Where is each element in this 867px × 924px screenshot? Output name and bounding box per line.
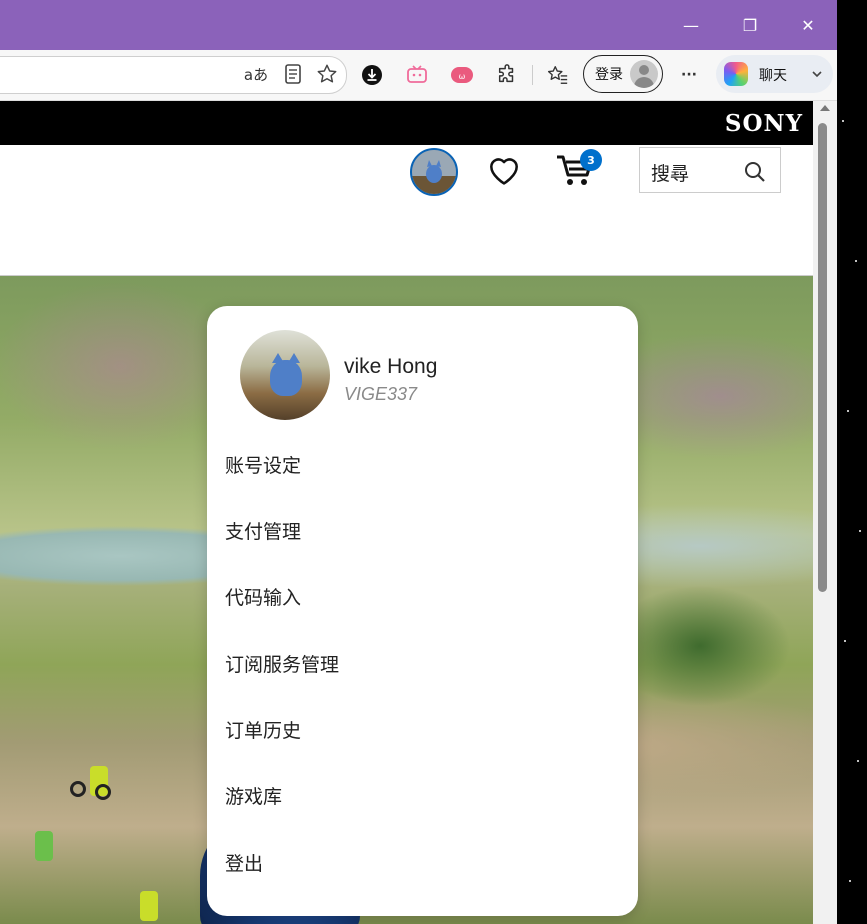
- avatar-image: [412, 150, 456, 194]
- hero-wheel: [95, 784, 111, 800]
- cart-count-badge: 3: [580, 149, 602, 171]
- search-button[interactable]: 搜尋: [639, 147, 781, 193]
- toolbar-divider: [532, 65, 533, 85]
- restore-button[interactable]: ❐: [735, 10, 765, 40]
- profile-display-name: vike Hong: [344, 355, 438, 378]
- address-bar[interactable]: aあ: [0, 56, 347, 94]
- star: [847, 410, 849, 412]
- star-icon: [317, 64, 337, 83]
- login-label: 登录: [595, 67, 623, 83]
- star: [842, 120, 844, 122]
- avatar-character: [270, 353, 302, 396]
- chevron-down-icon: [810, 63, 824, 85]
- menu-item-sign-out[interactable]: 登出: [225, 849, 263, 876]
- menu-item-order-history[interactable]: 订单历史: [225, 716, 301, 743]
- reader-view-button[interactable]: [280, 61, 306, 87]
- minimize-button[interactable]: —: [676, 10, 706, 40]
- minimize-icon: —: [683, 15, 699, 35]
- menu-item-redeem-code[interactable]: 代码输入: [225, 583, 301, 610]
- more-icon: ···: [681, 67, 697, 83]
- wishlist-button[interactable]: [485, 151, 523, 189]
- menu-item-payment-management[interactable]: 支付管理: [225, 517, 301, 544]
- download-icon: [362, 65, 382, 85]
- account-dropdown-menu: vike Hong VIGE337 账号设定 支付管理 代码输入 订阅服务管理 …: [207, 306, 638, 916]
- scroll-thumb[interactable]: [818, 123, 827, 592]
- downloads-button[interactable]: [359, 62, 385, 88]
- copilot-chat-button[interactable]: 聊天: [716, 55, 833, 93]
- hero-wheel: [70, 781, 86, 797]
- title-bar: — ❐ ✕: [0, 0, 837, 50]
- svg-text:ω: ω: [459, 72, 466, 81]
- account-avatar-button[interactable]: [410, 148, 458, 196]
- puzzle-icon: [498, 64, 514, 83]
- star: [857, 760, 859, 762]
- copilot-icon: [724, 62, 748, 86]
- star: [859, 530, 861, 532]
- web-page: SONY 3 搜尋 vike Hong VIGE337 账号设定 支付管理 代码…: [0, 101, 813, 924]
- read-aloud-icon: aあ: [243, 65, 269, 84]
- sony-logo[interactable]: SONY: [725, 110, 803, 137]
- heart-icon: [490, 158, 518, 185]
- restore-icon: ❐: [742, 15, 758, 35]
- hero-rider: [140, 891, 158, 921]
- browser-window: — ❐ ✕ aあ ω 登录 ··· 聊天 SONY 3 搜尋 vike Hong…: [0, 0, 837, 924]
- close-icon: ✕: [801, 15, 815, 35]
- sony-top-bar: SONY: [0, 101, 813, 145]
- extensions-button[interactable]: [494, 62, 520, 88]
- profile-login-button[interactable]: 登录: [583, 55, 663, 93]
- anime-extension-button[interactable]: ω: [449, 62, 475, 88]
- page-scrollbar[interactable]: [813, 101, 837, 924]
- star: [844, 640, 846, 642]
- close-button[interactable]: ✕: [793, 10, 823, 40]
- search-icon: [745, 162, 765, 182]
- profile-avatar-icon: [630, 60, 658, 88]
- search-label: 搜尋: [651, 163, 690, 185]
- tv-icon: [407, 65, 427, 83]
- desktop-background: [837, 0, 867, 924]
- favorites-button[interactable]: [545, 62, 571, 88]
- browser-toolbar: aあ ω 登录 ··· 聊天: [0, 50, 837, 101]
- menu-item-game-library[interactable]: 游戏库: [225, 782, 282, 809]
- star: [855, 260, 857, 262]
- more-options-button[interactable]: ···: [676, 62, 702, 88]
- extension-badge-icon: ω: [451, 67, 473, 83]
- reader-view-icon: [285, 64, 301, 84]
- favorite-button[interactable]: [314, 61, 340, 87]
- menu-item-account-settings[interactable]: 账号设定: [225, 451, 301, 478]
- menu-item-subscription-management[interactable]: 订阅服务管理: [225, 650, 339, 677]
- star: [849, 880, 851, 882]
- scroll-up-arrow-icon[interactable]: [820, 105, 830, 111]
- profile-avatar: [240, 330, 330, 420]
- profile-online-id: VIGE337: [344, 384, 418, 404]
- favorites-list-icon: [547, 66, 568, 84]
- hero-rider: [35, 831, 53, 861]
- read-aloud-button[interactable]: aあ: [243, 61, 269, 87]
- store-header: 3 搜尋: [0, 145, 813, 276]
- chat-label: 聊天: [759, 68, 787, 84]
- bilibili-extension-button[interactable]: [404, 62, 430, 88]
